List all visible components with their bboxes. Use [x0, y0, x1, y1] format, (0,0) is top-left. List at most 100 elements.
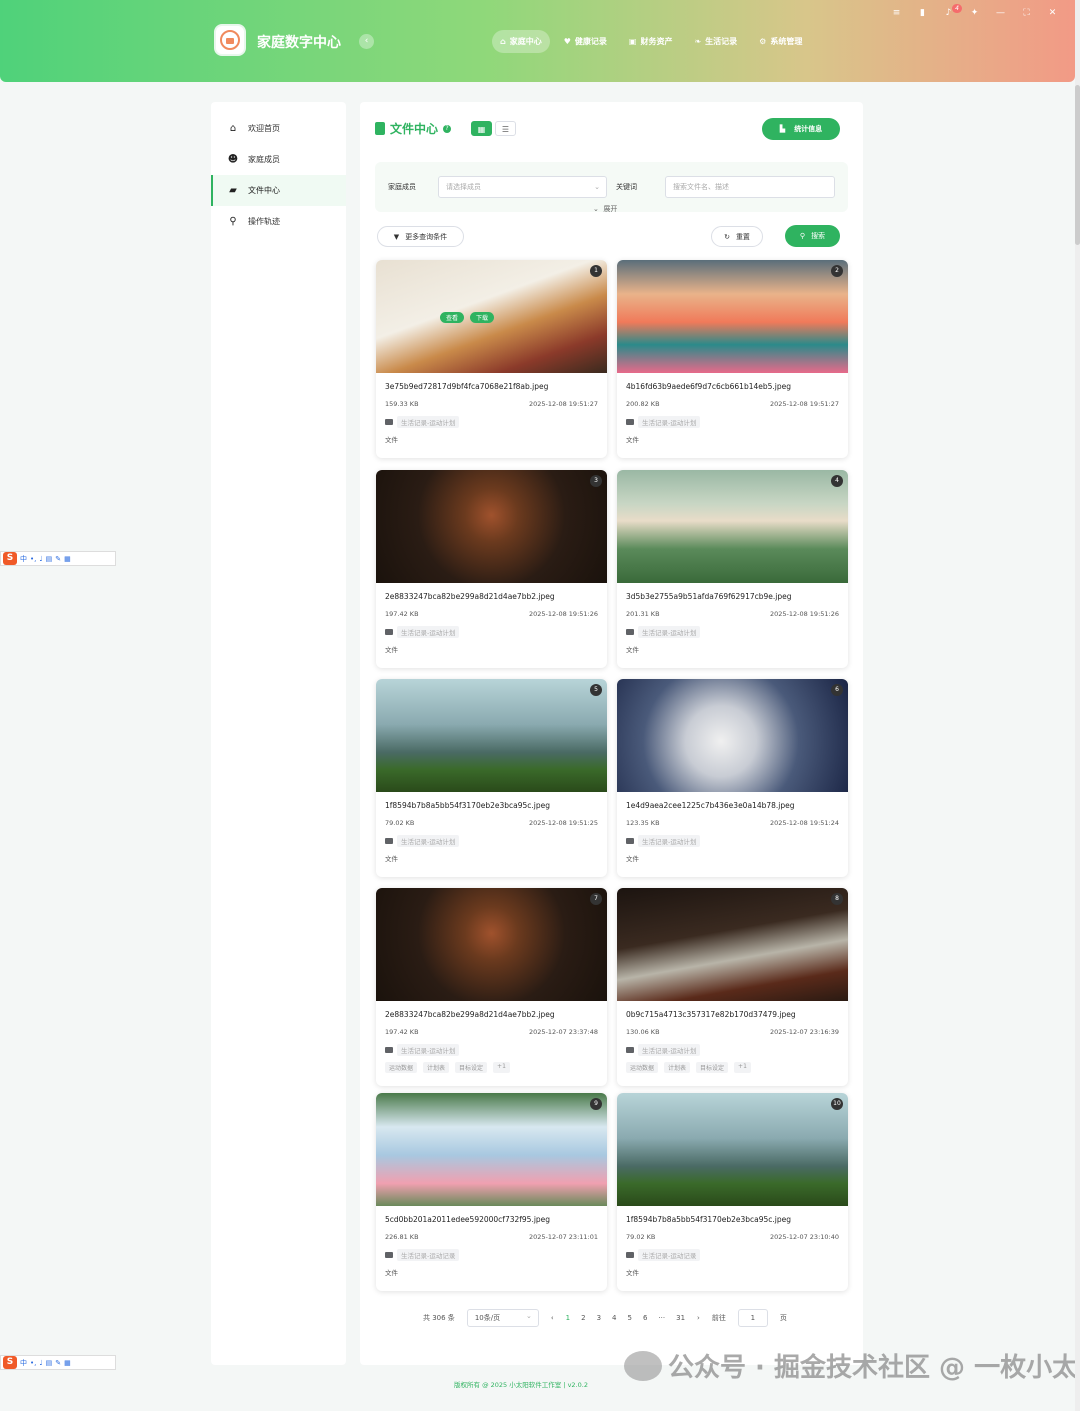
- member-label: 家庭成员: [388, 183, 416, 191]
- file-category: 生活记录-运动记录: [385, 1249, 460, 1261]
- sidebar-item-welcome[interactable]: ⌂ 欢迎首页: [211, 113, 346, 144]
- file-tags: 运动数据 计划表 目标设定 +1: [385, 1062, 510, 1073]
- skin-icon[interactable]: ✎: [55, 1359, 61, 1367]
- file-card[interactable]: 2 4b16fd63b9aede6f9d7c6cb661b14eb5.jpeg 20…: [617, 260, 848, 458]
- expand-toggle[interactable]: ⌄ 展开: [593, 204, 617, 214]
- topnav-item-life[interactable]: ❧ 生活记录: [686, 30, 745, 53]
- file-thumbnail[interactable]: 7: [376, 888, 607, 1001]
- file-card[interactable]: 9 5cd0bb201a2011edee592000cf732f95.jpeg 22…: [376, 1093, 607, 1291]
- settings-sliders-icon[interactable]: ≡: [890, 8, 903, 18]
- home-icon: ⌂: [229, 123, 237, 134]
- file-card[interactable]: 3 2e8833247bca82be299a8d21d4ae7bb2.jpeg 19…: [376, 470, 607, 668]
- file-tag: 运动数据: [385, 1062, 418, 1073]
- skin-icon[interactable]: ✎: [55, 555, 61, 563]
- category-tag: 生活记录-运动计划: [638, 835, 701, 847]
- page-number[interactable]: 1: [566, 1314, 570, 1322]
- minimize-icon[interactable]: —: [994, 8, 1007, 18]
- file-tag: +1: [493, 1062, 510, 1073]
- next-page-icon[interactable]: ›: [697, 1314, 700, 1322]
- more-conditions-button[interactable]: ▼ 更多查询条件: [377, 226, 464, 247]
- file-thumbnail[interactable]: 8: [617, 888, 848, 1001]
- file-card[interactable]: 10 1f8594b7b8a5bb54f3170eb2e3bca95c.jpeg 7…: [617, 1093, 848, 1291]
- lock-icon[interactable]: ▮: [916, 8, 929, 18]
- file-thumbnail[interactable]: 1 查看 下载: [376, 260, 607, 373]
- file-thumbnail[interactable]: 5: [376, 679, 607, 792]
- page-number[interactable]: 4: [612, 1314, 616, 1322]
- download-button[interactable]: 下载: [470, 312, 495, 323]
- prev-page-icon[interactable]: ‹: [551, 1314, 554, 1322]
- file-thumbnail[interactable]: 6: [617, 679, 848, 792]
- bell-icon[interactable]: ♪ 4: [942, 4, 962, 18]
- member-select[interactable]: 请选择成员 ⌄: [438, 176, 607, 198]
- file-thumbnail[interactable]: 4: [617, 470, 848, 583]
- apps-icon[interactable]: ▦: [64, 1359, 71, 1367]
- filter-icon: ▼: [393, 232, 400, 241]
- file-card[interactable]: 1 查看 下载 3e75b9ed72817d9bf4fca7068e21f8ab.jp…: [376, 260, 607, 458]
- keyboard-icon[interactable]: ▤: [46, 1359, 53, 1367]
- sidebar: ⌂ 欢迎首页 ☻ 家庭成员 ▰ 文件中心 ⚲ 操作轨迹: [211, 102, 346, 1365]
- sidebar-item-members[interactable]: ☻ 家庭成员: [211, 144, 346, 175]
- sidebar-item-tracks[interactable]: ⚲ 操作轨迹: [211, 206, 346, 237]
- view-button[interactable]: 查看: [440, 312, 465, 323]
- stats-button[interactable]: ▙ 统计信息: [762, 118, 840, 140]
- folder-icon: [385, 629, 393, 635]
- file-thumbnail[interactable]: 3: [376, 470, 607, 583]
- punctuation-icon[interactable]: •,: [30, 555, 36, 563]
- scrollbar[interactable]: [1075, 0, 1080, 1411]
- fullscreen-icon[interactable]: ⛶: [1020, 8, 1033, 18]
- topnav-item-home[interactable]: ⌂ 家庭中心: [492, 30, 550, 53]
- page-number[interactable]: 3: [597, 1314, 601, 1322]
- app-header: 家庭数字中心 ‹ ⌂ 家庭中心 ♥ 健康记录 ▣ 财务资产 ❧ 生活记录 ⚙ 系统管理 ≡…: [0, 0, 1075, 82]
- page-number[interactable]: 2: [581, 1314, 585, 1322]
- page-number[interactable]: 6: [643, 1314, 647, 1322]
- pin-icon[interactable]: ✦: [968, 8, 981, 18]
- help-icon[interactable]: ?: [443, 124, 452, 133]
- file-card[interactable]: 4 3d5b3e2755a9b51afda769f62917cb9e.jpeg 20…: [617, 470, 848, 668]
- page-number[interactable]: ···: [658, 1314, 665, 1322]
- file-size: 226.81 KB: [385, 1233, 419, 1241]
- punctuation-icon[interactable]: •,: [30, 1359, 36, 1367]
- keyboard-icon[interactable]: ▤: [46, 555, 53, 563]
- file-card[interactable]: 6 1e4d9aea2cee1225c7b436e3e0a14b78.jpeg 12…: [617, 679, 848, 877]
- file-thumbnail[interactable]: 9: [376, 1093, 607, 1206]
- reset-button[interactable]: ↻ 重置: [711, 226, 763, 247]
- sidebar-item-files[interactable]: ▰ 文件中心: [211, 175, 346, 206]
- file-card[interactable]: 7 2e8833247bca82be299a8d21d4ae7bb2.jpeg 19…: [376, 888, 607, 1086]
- file-date: 2025-12-08 19:51:27: [769, 400, 839, 408]
- page-number[interactable]: 31: [676, 1314, 685, 1322]
- file-name: 3d5b3e2755a9b51afda769f62917cb9e.jpeg: [626, 592, 792, 601]
- collapse-sidebar-button[interactable]: ‹: [359, 34, 374, 49]
- category-tag: 生活记录-运动计划: [397, 1044, 460, 1056]
- close-icon[interactable]: ✕: [1046, 8, 1059, 18]
- apps-icon[interactable]: ▦: [64, 555, 71, 563]
- goto-input[interactable]: 1: [737, 1309, 768, 1327]
- category-tag: 生活记录-运动计划: [638, 416, 701, 428]
- page-size-select[interactable]: 10条/页: [466, 1308, 539, 1327]
- file-date: 2025-12-08 19:51:24: [769, 819, 839, 827]
- folder-icon: [626, 1047, 634, 1053]
- file-category: 生活记录-运动计划: [626, 626, 701, 638]
- page-number[interactable]: 5: [628, 1314, 632, 1322]
- ime-mode[interactable]: 中: [20, 1358, 27, 1368]
- category-tag: 生活记录-运动计划: [638, 1044, 701, 1056]
- topnav-item-system[interactable]: ⚙ 系统管理: [751, 30, 810, 53]
- keyword-input[interactable]: 搜索文件名、描述: [665, 176, 835, 198]
- file-card[interactable]: 8 0b9c715a4713c357317e82b170d37479.jpeg 13…: [617, 888, 848, 1086]
- microphone-icon[interactable]: ♩: [39, 555, 42, 563]
- search-button[interactable]: ⚲ 搜索: [785, 225, 840, 247]
- ime-toolbar[interactable]: S 中 •, ♩ ▤ ✎ ▦: [0, 1355, 116, 1370]
- folder-icon: [626, 1252, 634, 1258]
- grid-view-icon[interactable]: ▦: [471, 121, 492, 136]
- app-logo[interactable]: [214, 24, 246, 56]
- topnav-item-finance[interactable]: ▣ 财务资产: [621, 30, 681, 53]
- chevron-down-icon: ⌄: [594, 183, 600, 191]
- folder-icon: [385, 1047, 393, 1053]
- ime-mode[interactable]: 中: [20, 554, 27, 564]
- file-thumbnail[interactable]: 10: [617, 1093, 848, 1206]
- topnav-item-health[interactable]: ♥ 健康记录: [556, 30, 615, 53]
- list-view-icon[interactable]: ☰: [495, 121, 516, 136]
- file-thumbnail[interactable]: 2: [617, 260, 848, 373]
- file-card[interactable]: 5 1f8594b7b8a5bb54f3170eb2e3bca95c.jpeg 79…: [376, 679, 607, 877]
- ime-toolbar[interactable]: S 中 •, ♩ ▤ ✎ ▦: [0, 551, 116, 566]
- microphone-icon[interactable]: ♩: [39, 1359, 42, 1367]
